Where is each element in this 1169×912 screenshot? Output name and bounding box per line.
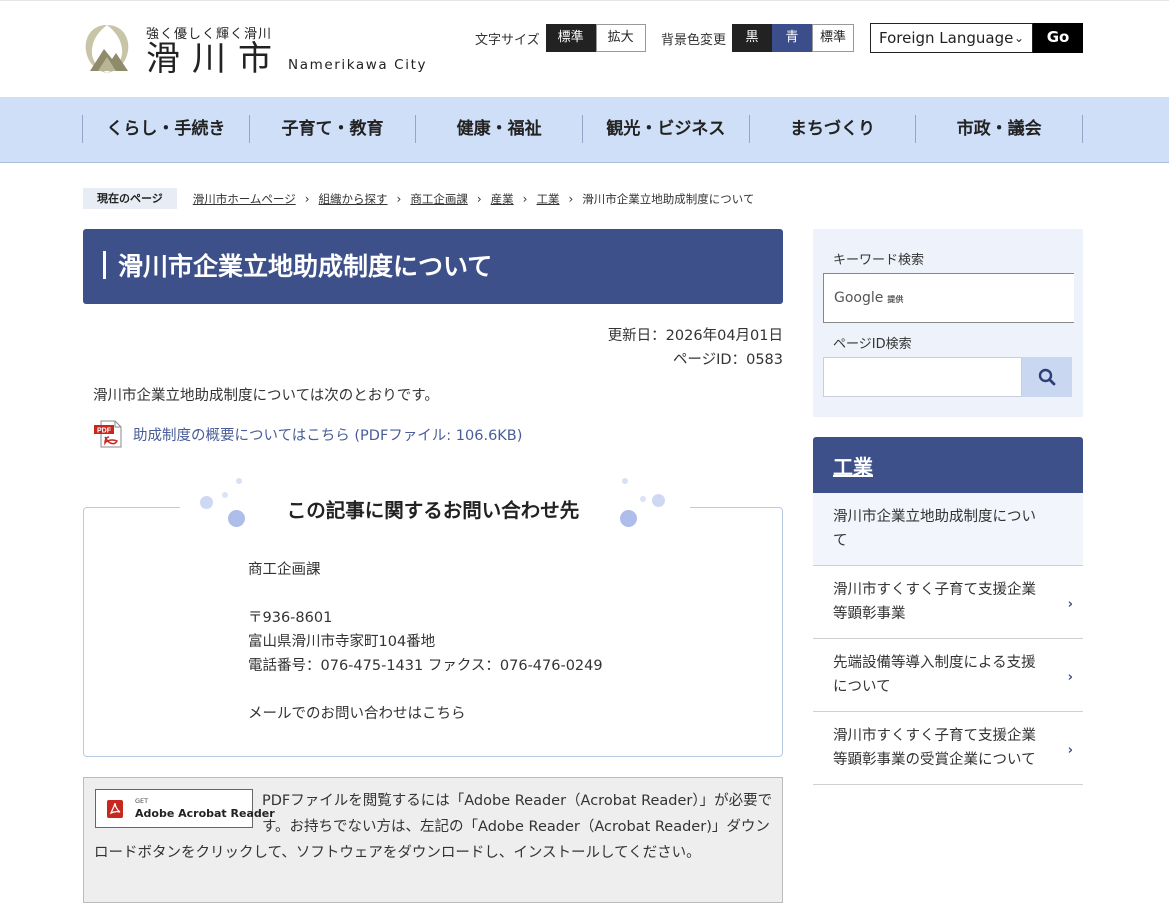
language-select-value: Foreign Language [879,29,1014,47]
logo-city-name: 滑川市 [146,39,284,79]
pageid-search-button[interactable] [1022,357,1072,397]
breadcrumb-item-dept[interactable]: 商工企画課 [410,191,468,207]
language-select[interactable]: Foreign Language ⌄ [870,23,1033,53]
font-large-button[interactable]: 拡大 [595,24,646,52]
updated-date: 更新日：2026年04月01日 [607,328,783,344]
contact-title: この記事に関するお問い合わせ先 [286,499,580,522]
intro-text: 滑川市企業立地助成制度については次のとおりです。 [93,388,439,404]
pageid-search-input[interactable] [823,357,1022,397]
bg-standard-button[interactable]: 標準 [812,24,855,52]
go-button[interactable]: Go [1033,23,1083,53]
bubble-decoration [236,478,242,484]
sidebar-item-link[interactable]: 滑川市すくすく子育て支援企業等顕彰事業 [833,582,1036,622]
breadcrumb-separator: › [304,191,310,206]
logo-city-en: Namerikawa City [288,57,428,73]
chevron-right-icon: › [1067,743,1073,758]
google-label: Google [834,290,884,306]
bg-color-tools: 背景色変更 黒 青 標準 [661,24,855,52]
sidebar-section-link[interactable]: 工業 [833,451,873,480]
pageid-search-label: ページID検索 [833,337,912,352]
pdf-link-row: PDF 助成制度の概要についてはこちら (PDFファイル: 106.6KB) [93,419,522,449]
breadcrumb-separator: › [522,191,528,206]
contact-mail-link[interactable]: メールでのお問い合わせはこちら [248,706,466,722]
breadcrumb-item-home[interactable]: 滑川市ホームページ [193,191,296,207]
page-title-text: 滑川市企業立地助成制度について [118,252,493,281]
font-size-tools: 文字サイズ 標準 拡大 [475,24,646,52]
gnav-item-city-admin[interactable]: 市政・議会 [916,115,1084,143]
breadcrumb-item-manufacturing[interactable]: 工業 [536,191,559,207]
breadcrumb-label: 現在のページ [83,188,177,209]
keyword-search-input[interactable]: Google 提供 [823,273,1074,323]
google-branding: Google 提供 [834,290,903,306]
sidebar-item-link[interactable]: 先端設備等導入制度による支援について [833,655,1036,695]
title-bar-decoration [103,251,106,279]
sidebar-item-childcare-award[interactable]: 滑川市すくすく子育て支援企業等顕彰事業 › [813,566,1083,639]
bg-color-label: 背景色変更 [661,32,727,48]
sidebar-section-header: 工業 [813,437,1083,493]
bg-blue-button[interactable]: 青 [772,24,813,52]
contact-address: 富山県滑川市寺家町104番地 [248,634,436,650]
breadcrumb-separator: › [396,191,402,206]
page-meta: 更新日：2026年04月01日 ページID：0583 [608,324,783,372]
search-panel: キーワード検索 Google 提供 ページID検索 [813,229,1083,417]
breadcrumb: 現在のページ 滑川市ホームページ › 組織から探す › 商工企画課 › 産業 ›… [83,188,754,209]
contact-details: 商工企画課 〒936-8601 富山県滑川市寺家町104番地 電話番号：076-… [248,558,603,726]
pdf-file-icon: PDF [94,420,122,448]
svg-text:PDF: PDF [97,428,112,435]
adobe-notice-text: PDFファイルを閲覧するには「Adobe Reader（Acrobat Read… [94,793,773,861]
breadcrumb-separator: › [476,191,482,206]
contact-postal: 〒936-8601 [248,610,333,626]
contact-heading: この記事に関するお問い合わせ先 [180,474,690,540]
bg-black-button[interactable]: 黒 [732,24,773,52]
sidebar-item-equipment[interactable]: 先端設備等導入制度による支援について › [813,639,1083,712]
chevron-down-icon: ⌄ [1013,31,1024,45]
breadcrumb-item-industry[interactable]: 産業 [491,191,514,207]
pdf-link[interactable]: 助成制度の概要についてはこちら (PDFファイル: 106.6KB) [133,424,522,445]
chevron-right-icon: › [1067,597,1073,612]
keyword-search-label: キーワード検索 [833,253,925,268]
breadcrumb-item-org[interactable]: 組織から探す [319,191,388,207]
page-title: 滑川市企業立地助成制度について [83,229,783,304]
gnav-item-childcare[interactable]: 子育て・教育 [250,115,417,143]
page-id: ページID：0583 [672,352,783,368]
font-size-label: 文字サイズ [475,32,540,48]
global-nav: くらし・手続き 子育て・教育 健康・福祉 観光・ビジネス まちづくり 市政・議会 [0,97,1169,163]
sidebar-list: 滑川市企業立地助成制度について 滑川市すくすく子育て支援企業等顕彰事業 › 先端… [813,493,1083,785]
bubble-decoration [622,478,628,484]
google-sub-label: 提供 [887,295,904,304]
sidebar-item-label: 滑川市企業立地助成制度について [833,509,1036,549]
sidebar-item-link[interactable]: 滑川市すくすく子育て支援企業等顕彰事業の受賞企業について [833,728,1036,768]
breadcrumb-current: 滑川市企業立地助成制度について [582,191,755,206]
contact-department: 商工企画課 [248,562,321,578]
sidebar-item-award-winners[interactable]: 滑川市すくすく子育て支援企業等顕彰事業の受賞企業について › [813,712,1083,785]
search-icon [1038,368,1056,386]
gnav-item-health[interactable]: 健康・福祉 [416,115,584,143]
chevron-right-icon: › [1067,670,1073,685]
site-logo[interactable]: 強く優しく輝く滑川 滑川市 Namerikawa City [82,21,432,83]
sidebar-item-current: 滑川市企業立地助成制度について [813,493,1083,566]
gnav-item-town[interactable]: まちづくり [750,115,917,143]
city-emblem-icon [85,25,129,73]
breadcrumb-separator: › [568,191,574,206]
font-standard-button[interactable]: 標準 [545,24,596,52]
gnav-item-tourism[interactable]: 観光・ビジネス [583,115,750,143]
contact-phone: 電話番号：076-475-1431 ファクス：076-476-0249 [248,658,603,674]
adobe-reader-notice: GET Adobe Acrobat Reader PDFファイルを閲覧するには「… [83,777,783,903]
site-header: 強く優しく輝く滑川 滑川市 Namerikawa City 文字サイズ 標準 拡… [0,0,1169,97]
gnav-item-life[interactable]: くらし・手続き [83,115,250,143]
